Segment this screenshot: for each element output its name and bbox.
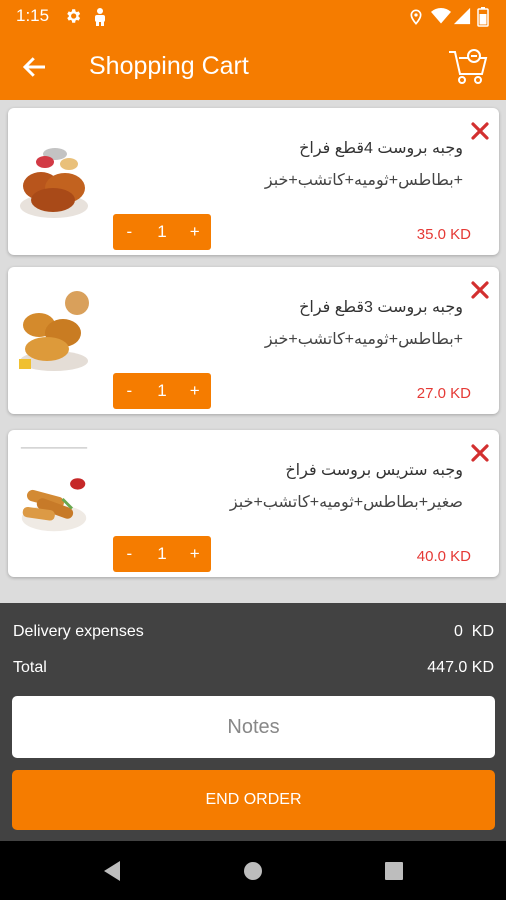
item-name: وجبه بروست 4قطع فراخ: [299, 140, 463, 157]
quantity-stepper: - 1 +: [113, 536, 211, 572]
decrement-button[interactable]: -: [113, 381, 146, 401]
quantity-stepper: - 1 +: [113, 373, 211, 409]
item-description: +بطاطس+ثوميه+كاتشب+خبز: [264, 331, 463, 348]
decrement-button[interactable]: -: [113, 222, 146, 242]
home-circle-icon[interactable]: [241, 859, 265, 883]
increment-button[interactable]: +: [178, 381, 211, 401]
close-icon[interactable]: [469, 120, 491, 142]
fried-chicken-photo: [19, 136, 89, 226]
item-description: +بطاطس+ثوميه+كاتشب+خبز: [264, 172, 463, 189]
item-description: صغير+بطاطس+ثوميه+كاتشب+خبز: [229, 494, 463, 511]
wifi-icon: [431, 8, 451, 24]
total-value: 447.0 KD: [427, 659, 494, 676]
back-triangle-icon[interactable]: [101, 859, 125, 883]
order-summary: Delivery expenses 0 KD Total 447.0 KD EN…: [0, 603, 506, 841]
quantity-value: 1: [157, 381, 167, 400]
quantity-stepper: - 1 +: [113, 214, 211, 250]
increment-button[interactable]: +: [178, 544, 211, 564]
android-icon: [95, 8, 105, 26]
item-price: 40.0 KD: [416, 548, 471, 565]
status-bar: 1:15: [0, 0, 506, 34]
item-price: 27.0 KD: [416, 385, 471, 402]
end-order-button[interactable]: END ORDER: [12, 770, 495, 830]
cart-icon[interactable]: [447, 46, 489, 86]
close-icon[interactable]: [469, 442, 491, 464]
total-label: Total: [13, 659, 47, 676]
recents-square-icon[interactable]: [382, 859, 406, 883]
arrow-left-icon[interactable]: [20, 52, 50, 82]
cart-item: وجبه ستريس بروست فراخ صغير+بطاطس+ثوميه+ك…: [8, 430, 499, 577]
decrement-button[interactable]: -: [113, 544, 146, 564]
item-name: وجبه بروست 3قطع فراخ: [299, 299, 463, 316]
item-name: وجبه ستريس بروست فراخ: [285, 462, 463, 479]
cart-list[interactable]: وجبه بروست 4قطع فراخ +بطاطس+ثوميه+كاتشب+…: [0, 100, 506, 603]
quantity-value: 1: [157, 544, 167, 563]
fried-chicken-bun-photo: [19, 285, 89, 375]
page-title: Shopping Cart: [89, 52, 249, 80]
status-time: 1:15: [16, 6, 50, 25]
notes-input[interactable]: [12, 696, 495, 758]
chicken-strips-photo: [20, 446, 88, 536]
signal-icon: [453, 7, 471, 25]
gear-icon: [67, 9, 81, 23]
close-icon[interactable]: [469, 279, 491, 301]
increment-button[interactable]: +: [178, 222, 211, 242]
system-nav-bar: [0, 841, 506, 900]
quantity-value: 1: [157, 222, 167, 241]
app-bar: Shopping Cart: [0, 34, 506, 100]
delivery-value: 0 KD: [453, 623, 494, 640]
battery-icon: [477, 7, 489, 27]
delivery-label: Delivery expenses: [13, 623, 144, 640]
location-icon: [410, 9, 422, 25]
cart-item: وجبه بروست 3قطع فراخ +بطاطس+ثوميه+كاتشب+…: [8, 267, 499, 414]
cart-item: وجبه بروست 4قطع فراخ +بطاطس+ثوميه+كاتشب+…: [8, 108, 499, 255]
item-price: 35.0 KD: [416, 226, 471, 243]
